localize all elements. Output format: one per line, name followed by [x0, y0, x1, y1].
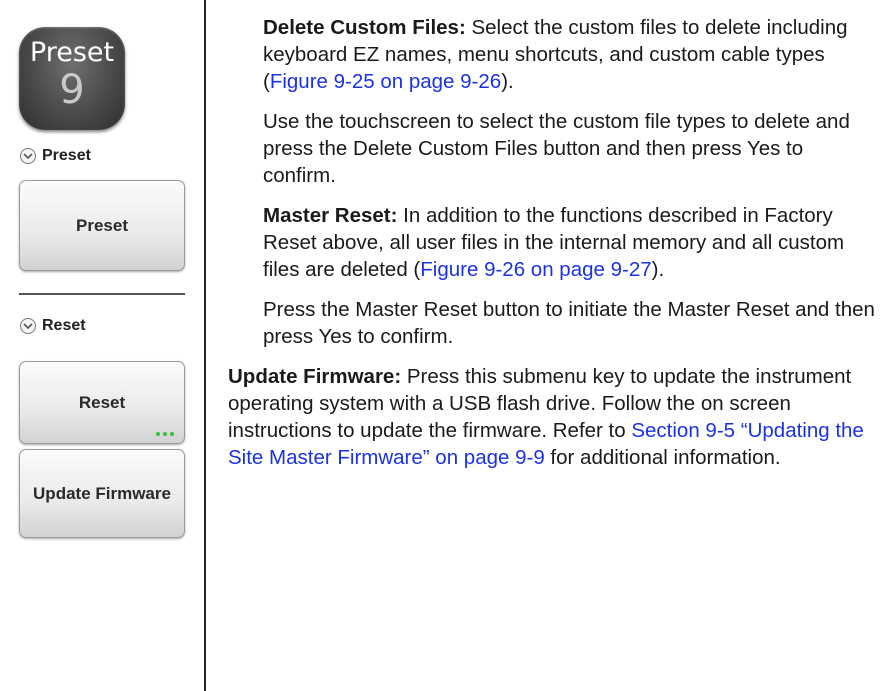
term-update-firmware: Update Firmware:	[228, 365, 402, 388]
delete-custom-files-paragraph: Delete Custom Files: Select the custom f…	[263, 14, 878, 95]
button-label: Reset	[78, 392, 126, 412]
reset-menu-header: Reset	[20, 315, 86, 337]
term-delete-custom-files: Delete Custom Files:	[263, 16, 466, 39]
master-reset-instructions: Press the Master Reset button to initiat…	[263, 298, 875, 348]
paragraph-tail: for additional information.	[544, 446, 781, 469]
preset-button[interactable]: Preset	[19, 180, 185, 271]
paragraph-tail: ).	[651, 258, 665, 281]
update-firmware-paragraph: Update Firmware: Press this submenu key …	[228, 363, 878, 471]
master-reset-paragraph: Master Reset: In addition to the functio…	[263, 202, 878, 283]
preset-menu-header: Preset	[20, 145, 91, 167]
preset-hardkey[interactable]: Preset 9	[19, 27, 125, 130]
reset-button[interactable]: Reset	[19, 361, 185, 444]
menu-header-label: Preset	[42, 147, 91, 164]
hardkey-label: Preset	[29, 37, 115, 68]
button-label: Preset	[76, 215, 128, 235]
term-master-reset: Master Reset:	[263, 204, 398, 227]
chevron-down-icon	[20, 318, 36, 334]
paragraph-tail: ).	[501, 70, 514, 93]
delete-custom-files-instructions: Use the touchscreen to select the custom…	[263, 110, 850, 187]
update-firmware-button[interactable]: Update Firmware	[19, 449, 185, 538]
description-text: Delete Custom Files: Select the custom f…	[228, 14, 878, 484]
button-label: Update Firmware	[33, 483, 171, 503]
figure-9-25-link[interactable]: Figure 9-25 on page 9-26	[270, 70, 501, 93]
menu-header-label: Reset	[42, 317, 86, 334]
chevron-down-icon	[20, 148, 36, 164]
menu-sidebar: Preset 9 Preset Preset Reset Reset Updat…	[0, 0, 205, 691]
column-separator	[204, 0, 206, 691]
menu-divider	[19, 293, 185, 295]
submenu-indicator-icon	[156, 432, 174, 436]
hardkey-number: 9	[59, 67, 85, 113]
figure-9-26-link[interactable]: Figure 9-26 on page 9-27	[420, 258, 651, 281]
